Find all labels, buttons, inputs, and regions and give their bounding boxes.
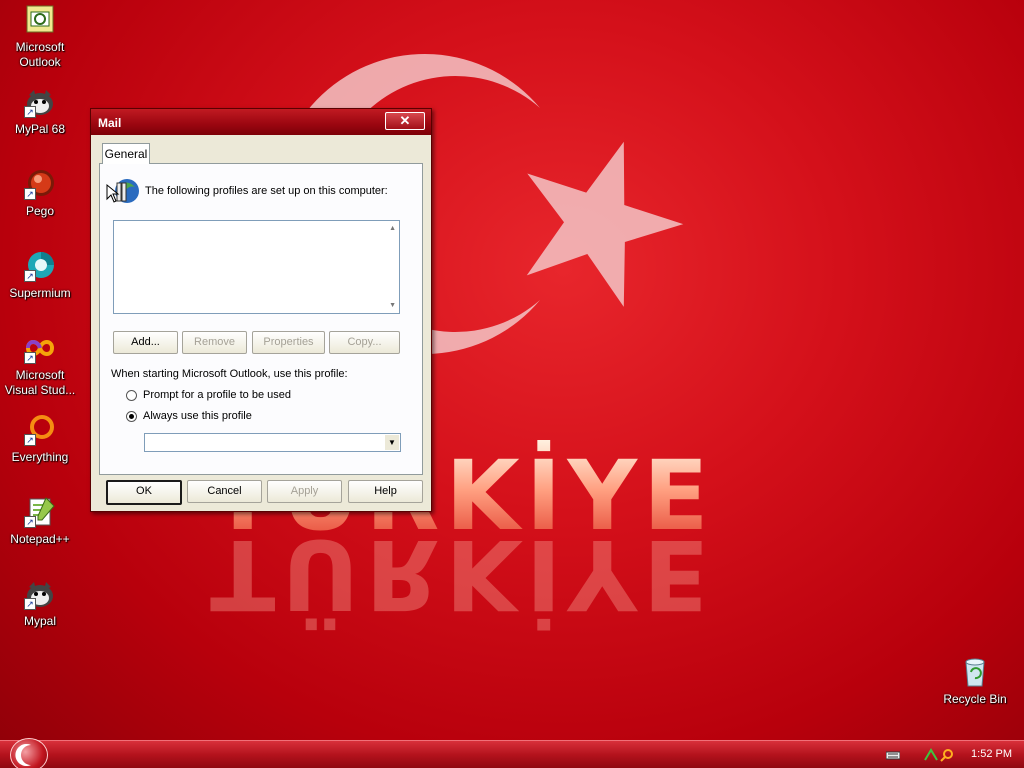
taskbar: 1:52 PM (0, 738, 1024, 768)
desktop-icon-recycle-bin[interactable]: Recycle Bin (935, 656, 1015, 707)
radio-button[interactable] (126, 411, 137, 422)
shortcut-arrow-icon: ↗ (24, 188, 36, 200)
system-tray: 1:52 PM (884, 741, 1024, 768)
mypal-icon: ↗ (24, 86, 56, 118)
help-button[interactable]: Help (348, 480, 423, 503)
desktop-icon-outlook[interactable]: Microsoft Outlook (0, 4, 80, 70)
start-button[interactable] (10, 738, 48, 768)
desktop-icon-pego[interactable]: ↗ Pego (0, 168, 80, 219)
mail-dialog: Mail ✕ General The following profiles ar… (90, 108, 432, 512)
supermium-icon: ↗ (24, 250, 56, 282)
desktop-icon-notepadpp[interactable]: ↗ Notepad++ (0, 496, 80, 547)
scroll-up-icon[interactable]: ▲ (389, 225, 396, 232)
everything-icon: ↗ (24, 414, 56, 446)
profile-select[interactable]: ▼ (144, 433, 401, 452)
desktop-icon-label: Mypal (23, 614, 56, 628)
shortcut-arrow-icon: ↗ (24, 106, 36, 118)
close-button[interactable]: ✕ (385, 112, 425, 130)
wallpaper-title-reflection: TÜRKİYE (210, 518, 715, 630)
ok-button[interactable]: OK (106, 480, 182, 505)
recycle-bin-icon (959, 656, 991, 688)
desktop-icon-everything[interactable]: ↗ Everything (0, 414, 80, 465)
desktop-icon-supermium[interactable]: ↗ Supermium (0, 250, 80, 301)
desktop-icon-mypal[interactable]: ↗ Mypal (0, 578, 80, 629)
chevron-down-icon[interactable]: ▼ (385, 435, 399, 450)
scroll-down-icon[interactable]: ▼ (389, 302, 396, 309)
tab-general[interactable]: General (102, 143, 150, 164)
desktop-icon-label: Everything (11, 450, 69, 464)
desktop-icon-label: Supermium (9, 286, 71, 300)
add-profile-button[interactable]: Add... (113, 331, 178, 354)
outlook-icon (24, 4, 56, 36)
notepadpp-icon: ↗ (24, 496, 56, 528)
keyboard-icon[interactable] (886, 748, 900, 762)
taskbar-clock[interactable]: 1:52 PM (971, 748, 1012, 760)
radio-prompt-label: Prompt for a profile to be used (143, 389, 291, 401)
desktop-icon-label: Microsoft Visual Stud... (4, 368, 76, 397)
properties-button[interactable]: Properties (252, 331, 325, 354)
desktop-icon-label: Pego (25, 204, 55, 218)
shortcut-arrow-icon: ↗ (24, 598, 36, 610)
mypal-icon: ↗ (24, 578, 56, 610)
shortcut-arrow-icon: ↗ (24, 434, 36, 446)
desktop-icon-mypal68[interactable]: ↗ MyPal 68 (0, 86, 80, 137)
copy-profile-button[interactable]: Copy... (329, 331, 400, 354)
search-icon[interactable] (940, 748, 954, 762)
apply-button[interactable]: Apply (267, 480, 342, 503)
radio-always-profile[interactable]: Always use this profile (126, 410, 326, 424)
shortcut-arrow-icon: ↗ (24, 352, 36, 364)
network-icon[interactable] (924, 748, 938, 762)
startup-profile-label: When starting Microsoft Outlook, use thi… (111, 368, 348, 380)
desktop-icon-label: Microsoft Outlook (15, 40, 65, 69)
desktop-icon-visual-studio[interactable]: ↗ Microsoft Visual Stud... (0, 332, 80, 398)
crescent-icon (15, 744, 31, 766)
shortcut-arrow-icon: ↗ (24, 516, 36, 528)
radio-prompt-profile[interactable]: Prompt for a profile to be used (126, 389, 326, 403)
profiles-icon (105, 175, 141, 207)
dialog-titlebar[interactable]: Mail ✕ (91, 109, 431, 135)
radio-always-label: Always use this profile (143, 410, 252, 422)
cancel-button[interactable]: Cancel (187, 480, 262, 503)
shortcut-arrow-icon: ↗ (24, 270, 36, 282)
dialog-title: Mail (98, 116, 122, 130)
profiles-intro-text: The following profiles are set up on thi… (145, 185, 388, 197)
remove-profile-button[interactable]: Remove (182, 331, 247, 354)
desktop-icon-label: Recycle Bin (943, 692, 1007, 706)
radio-button[interactable] (126, 390, 137, 401)
pego-icon: ↗ (24, 168, 56, 200)
desktop-icon-label: MyPal 68 (14, 122, 66, 136)
profiles-listbox[interactable]: ▲ ▼ (113, 220, 400, 314)
visual-studio-icon: ↗ (24, 332, 56, 364)
desktop-icon-label: Notepad++ (10, 532, 70, 546)
general-tab-panel (99, 163, 423, 475)
